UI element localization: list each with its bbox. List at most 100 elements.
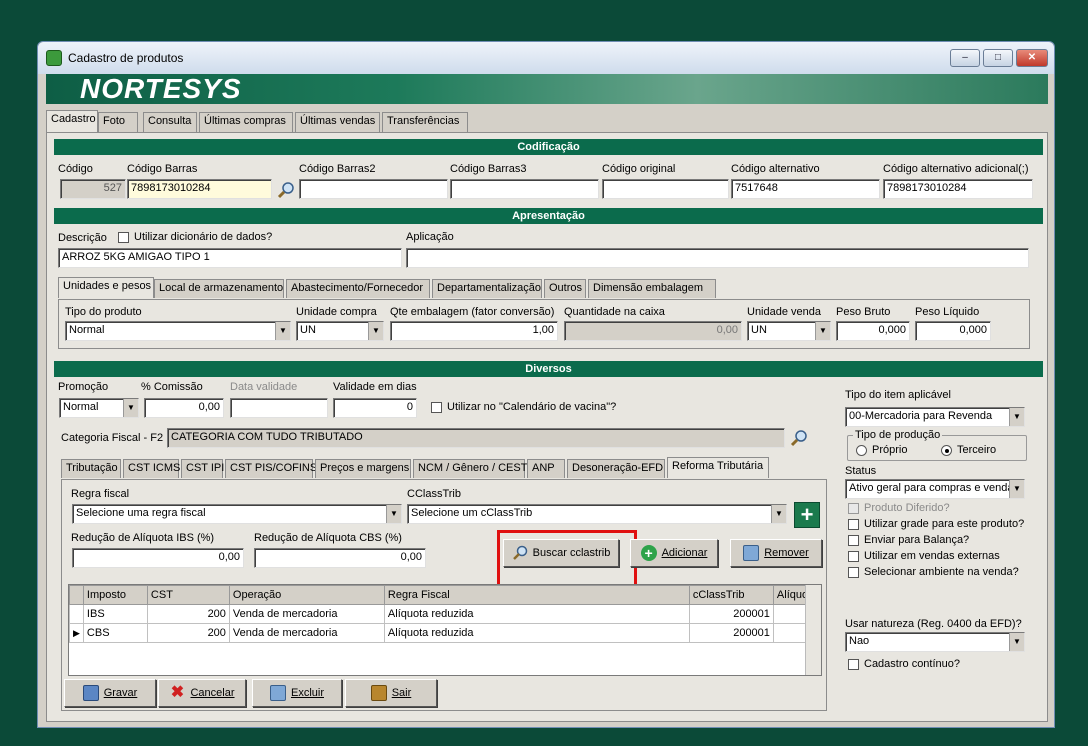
unidade-venda-select[interactable]: UN ▼ [747,321,831,341]
chevron-down-icon[interactable]: ▼ [1009,408,1024,426]
excluir-button[interactable]: Excluir [252,679,342,707]
cell-cclasstrib[interactable]: 200001 [688,604,774,624]
regra-fiscal-select[interactable]: Selecione uma regra fiscal ▼ [72,504,402,524]
tab-desoneracao-efd[interactable]: Desoneração-EFD [567,459,665,478]
chevron-down-icon[interactable]: ▼ [386,505,401,523]
col-imposto[interactable]: Imposto [82,585,148,605]
tab-anp[interactable]: ANP [527,459,565,478]
vacina-checkbox[interactable] [431,402,442,413]
tab-ultimas-vendas[interactable]: Últimas vendas [295,112,380,132]
peso-bruto-field[interactable]: 0,000 [836,321,910,341]
adicionar-button[interactable]: + Adicionar [630,539,718,567]
col-cclasstrib[interactable]: cClassTrib [688,585,774,605]
tab-precos-margens[interactable]: Preços e margens [315,459,411,478]
categoria-fiscal-field[interactable]: CATEGORIA COM TUDO TRIBUTADO [167,428,785,448]
chevron-down-icon[interactable]: ▼ [815,322,830,340]
chevron-down-icon[interactable]: ▼ [1009,633,1024,651]
grid-scrollbar[interactable] [805,585,821,675]
terceiro-radio[interactable] [941,445,952,456]
comissao-field[interactable]: 0,00 [144,398,224,418]
table-row[interactable]: ▶ CBS 200 Venda de mercadoria Alíquota r… [69,623,816,643]
tab-outros[interactable]: Outros [544,279,586,298]
proprio-radio[interactable] [856,445,867,456]
chevron-down-icon[interactable]: ▼ [1009,480,1024,498]
tab-cadastro[interactable]: Cadastro [46,110,98,132]
cell-regra-fiscal[interactable]: Alíquota reduzida [383,623,690,643]
chevron-down-icon[interactable]: ▼ [123,399,138,417]
tab-cst-icms[interactable]: CST ICMS [123,459,180,478]
tab-consulta[interactable]: Consulta [143,112,197,132]
gravar-button[interactable]: Gravar [64,679,156,707]
codigo-alt-adicional-field[interactable]: 7898173010284 [883,179,1033,199]
chevron-down-icon[interactable]: ▼ [368,322,383,340]
tab-cst-pis-cofins[interactable]: CST PIS/COFINS [225,459,317,478]
codigo-barras-field[interactable]: 7898173010284 [127,179,272,199]
grade-checkbox[interactable] [848,519,859,530]
col-cst[interactable]: CST [146,585,230,605]
qte-embalagem-field[interactable]: 1,00 [390,321,558,341]
codigo-barras2-field[interactable] [299,179,448,199]
sair-button[interactable]: Sair [345,679,437,707]
tab-abastecimento[interactable]: Abastecimento/Fornecedor [286,279,430,298]
ambiente-checkbox[interactable] [848,567,859,578]
codigo-field[interactable]: 527 [60,179,126,199]
add-cclasstrib-button[interactable]: + [794,502,820,528]
tab-cst-ipi[interactable]: CST IPI [181,459,224,478]
tab-dimensao-embalagem[interactable]: Dimensão embalagem [588,279,716,298]
close-icon[interactable]: ✕ [1016,49,1048,67]
cadastro-continuo-checkbox[interactable] [848,659,859,670]
cell-operacao[interactable]: Venda de mercadoria [228,623,385,643]
minimize-icon[interactable]: – [950,49,980,67]
natureza-select[interactable]: Nao ▼ [845,632,1025,652]
validade-dias-field[interactable]: 0 [333,398,417,418]
qtd-caixa-field[interactable]: 0,00 [564,321,742,341]
search-icon[interactable] [276,181,296,199]
codigo-barras3-field[interactable] [450,179,599,199]
status-select[interactable]: Ativo geral para compras e venda ▼ [845,479,1025,499]
dicionario-checkbox[interactable] [118,232,129,243]
reducao-cbs-field[interactable]: 0,00 [254,548,426,568]
unidade-compra-select[interactable]: UN ▼ [296,321,384,341]
vendas-externas-checkbox[interactable] [848,551,859,562]
cell-cclasstrib[interactable]: 200001 [688,623,774,643]
cell-imposto[interactable]: CBS [82,623,148,643]
tab-reforma-tributaria[interactable]: Reforma Tributária [667,457,769,478]
cell-cst[interactable]: 200 [146,623,230,643]
chevron-down-icon[interactable]: ▼ [275,322,290,340]
data-validade-field[interactable] [230,398,328,418]
tab-ncm-genero-cest[interactable]: NCM / Gênero / CEST [413,459,527,478]
promocao-select[interactable]: Normal ▼ [59,398,139,418]
tab-unidades-pesos[interactable]: Unidades e pesos [58,277,154,298]
aplicacao-field[interactable] [406,248,1029,268]
tipo-produto-select[interactable]: Normal ▼ [65,321,291,341]
balanca-checkbox[interactable] [848,535,859,546]
maximize-icon[interactable]: □ [983,49,1013,67]
codigo-original-field[interactable] [602,179,729,199]
col-regra-fiscal[interactable]: Regra Fiscal [383,585,690,605]
produto-diferido-checkbox[interactable] [848,503,859,514]
tab-local-armazenamento[interactable]: Local de armazenamento [154,279,284,298]
search-icon[interactable] [789,429,809,447]
peso-liquido-field[interactable]: 0,000 [915,321,991,341]
cell-cst[interactable]: 200 [146,604,230,624]
codigo-alternativo-field[interactable]: 7517648 [731,179,880,199]
cell-operacao[interactable]: Venda de mercadoria [228,604,385,624]
title-bar[interactable]: Cadastro de produtos – □ ✕ [38,42,1054,74]
reforma-grid[interactable]: Imposto CST Operação Regra Fiscal cClass… [68,584,822,676]
descricao-field[interactable]: ARROZ 5KG AMIGAO TIPO 1 [58,248,402,268]
tab-ultimas-compras[interactable]: Últimas compras [199,112,293,132]
tab-foto[interactable]: Foto [98,112,138,132]
cell-imposto[interactable]: IBS [82,604,148,624]
col-operacao[interactable]: Operação [228,585,385,605]
tab-tributacao[interactable]: Tributação [61,459,121,478]
table-row[interactable]: IBS 200 Venda de mercadoria Alíquota red… [69,604,816,624]
tipo-item-select[interactable]: 00-Mercadoria para Revenda ▼ [845,407,1025,427]
cell-regra-fiscal[interactable]: Alíquota reduzida [383,604,690,624]
cclasstrib-select[interactable]: Selecione um cClassTrib ▼ [407,504,787,524]
tab-departamentalizacao[interactable]: Departamentalização [432,279,542,298]
remover-button[interactable]: Remover [730,539,822,567]
chevron-down-icon[interactable]: ▼ [771,505,786,523]
tab-transferencias[interactable]: Transferências [382,112,468,132]
reducao-ibs-field[interactable]: 0,00 [72,548,244,568]
cancelar-button[interactable]: ✖ Cancelar [158,679,246,707]
